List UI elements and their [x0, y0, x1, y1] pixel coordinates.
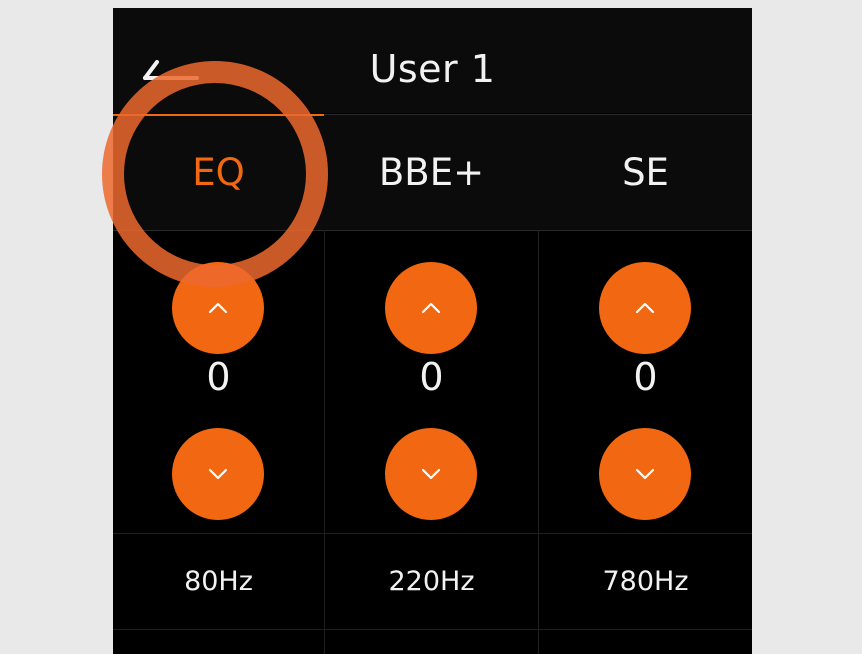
decrease-button[interactable] [385, 428, 477, 520]
back-button[interactable] [137, 48, 207, 88]
partial-cell [539, 630, 752, 654]
chevron-down-icon [635, 468, 655, 480]
active-tab-indicator [113, 114, 324, 116]
eq-band-220hz: 0 [325, 230, 539, 533]
band-value: 0 [206, 355, 231, 399]
eq-band-80hz: 0 [113, 230, 325, 533]
chevron-down-icon [421, 468, 441, 480]
back-arrow-icon [143, 60, 199, 80]
chevron-up-icon [208, 302, 228, 314]
chevron-up-icon [421, 302, 441, 314]
tab-bar: EQ BBE+ SE [113, 114, 752, 231]
chevron-up-icon [635, 302, 655, 314]
band-frequency-label: 780Hz [602, 566, 689, 597]
tab-se[interactable]: SE [539, 115, 752, 230]
chevron-down-icon [208, 468, 228, 480]
next-row-partial [113, 630, 752, 654]
band-frequency-label: 80Hz [113, 534, 325, 629]
frequency-labels: 80Hz 220Hz 780Hz [113, 533, 752, 630]
band-frequency-label: 220Hz [325, 534, 539, 629]
eq-band-780hz: 0 [539, 230, 752, 533]
tab-bbe-plus[interactable]: BBE+ [325, 115, 538, 230]
partial-cell [325, 630, 539, 654]
page-title: User 1 [369, 47, 496, 91]
decrease-button[interactable] [599, 428, 691, 520]
eq-panel: User 1 EQ BBE+ SE 0 0 0 80Hz 220Hz 780Hz [113, 8, 752, 654]
increase-button[interactable] [172, 262, 264, 354]
increase-button[interactable] [385, 262, 477, 354]
band-value: 0 [419, 355, 444, 399]
tab-eq[interactable]: EQ [113, 115, 324, 230]
screen: User 1 EQ BBE+ SE 0 0 0 80Hz 220Hz 780Hz [0, 0, 862, 654]
header-bar: User 1 [113, 8, 752, 113]
partial-cell [113, 630, 325, 654]
band-value: 0 [633, 355, 658, 399]
eq-bands: 0 0 0 [113, 230, 752, 533]
decrease-button[interactable] [172, 428, 264, 520]
increase-button[interactable] [599, 262, 691, 354]
